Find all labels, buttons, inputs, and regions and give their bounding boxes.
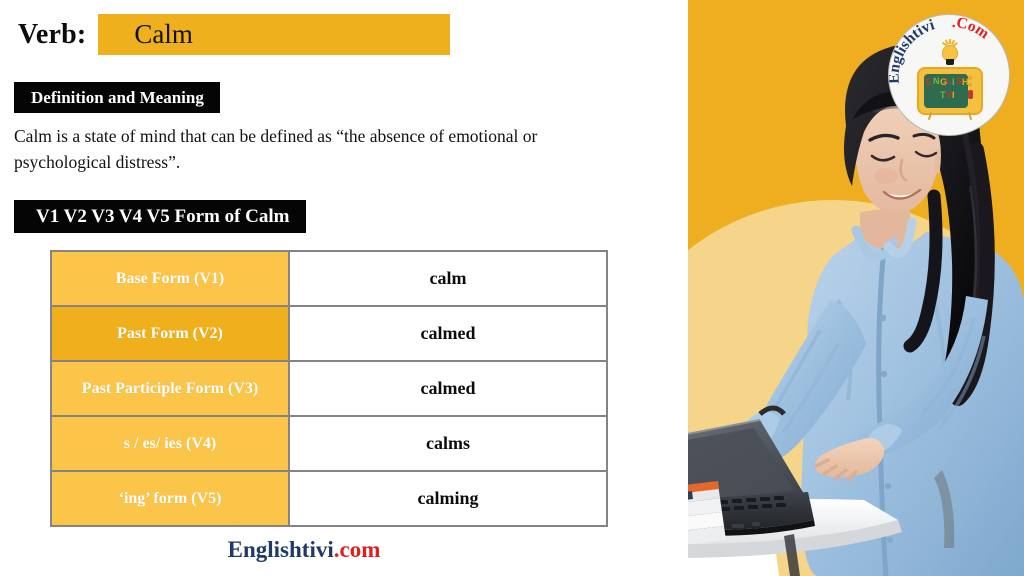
form-value-cell: calming — [288, 470, 608, 527]
verb-label: Verb: — [18, 18, 87, 50]
verb-title-bar: Calm — [98, 14, 451, 55]
verb-header: Verb: Calm — [18, 14, 451, 55]
table-row: ‘ing’ form (V5) calming — [50, 470, 608, 527]
form-label-cell: Past Form (V2) — [50, 305, 290, 362]
tv-screen-letter: I — [952, 77, 955, 87]
footer-brand: Englishtivi.com — [0, 537, 608, 563]
verb-forms-table-body: Base Form (V1) calm Past Form (V2) calmed Pa… — [50, 250, 608, 527]
form-value-cell: calmed — [288, 305, 608, 362]
form-value-cell: calm — [288, 250, 608, 307]
tv-knobs — [968, 76, 976, 102]
tv-screen-letter: E — [926, 77, 933, 87]
tv-screen-letter: I — [952, 90, 955, 100]
lightbulb-icon — [939, 39, 961, 67]
verb-forms-table: Base Form (V1) calm Past Form (V2) calmed Pa… — [50, 250, 608, 527]
table-row: s / es/ ies (V4) calms — [50, 415, 608, 472]
form-label-cell: Past Participle Form (V3) — [50, 360, 290, 417]
table-row: Past Form (V2) calmed — [50, 305, 608, 362]
logo-text-right: .Com — [952, 15, 993, 43]
definition-text: Calm is a state of mind that can be defi… — [14, 126, 538, 172]
poster-canvas: Englishtivi .Com ENGLISHTVI — [0, 0, 1024, 576]
englishtivi-logo-badge: Englishtivi .Com ENGLISHTVI — [888, 14, 1010, 136]
footer-brand-name: Englishtivi — [227, 537, 334, 562]
television-icon: ENGLISHTVI — [917, 67, 983, 121]
form-label-cell: ‘ing’ form (V5) — [50, 470, 290, 527]
table-row: Past Participle Form (V3) calmed — [50, 360, 608, 417]
tv-screen-letter: T — [940, 90, 946, 100]
form-value-cell: calms — [288, 415, 608, 472]
tv-screen: ENGLISHTVI — [924, 74, 968, 108]
tv-screen-letter: L — [946, 76, 952, 86]
form-value-cell: calmed — [288, 360, 608, 417]
footer-brand-tld: .com — [333, 537, 381, 562]
tv-screen-letter: N — [933, 76, 940, 86]
form-label-cell: Base Form (V1) — [50, 250, 290, 307]
table-row: Base Form (V1) calm — [50, 250, 608, 307]
verb-word: Calm — [134, 19, 193, 49]
form-label-cell: s / es/ ies (V4) — [50, 415, 290, 472]
forms-section-tag: V1 V2 V3 V4 V5 Form of Calm — [14, 200, 306, 233]
definition-section-tag: Definition and Meaning — [14, 82, 220, 113]
